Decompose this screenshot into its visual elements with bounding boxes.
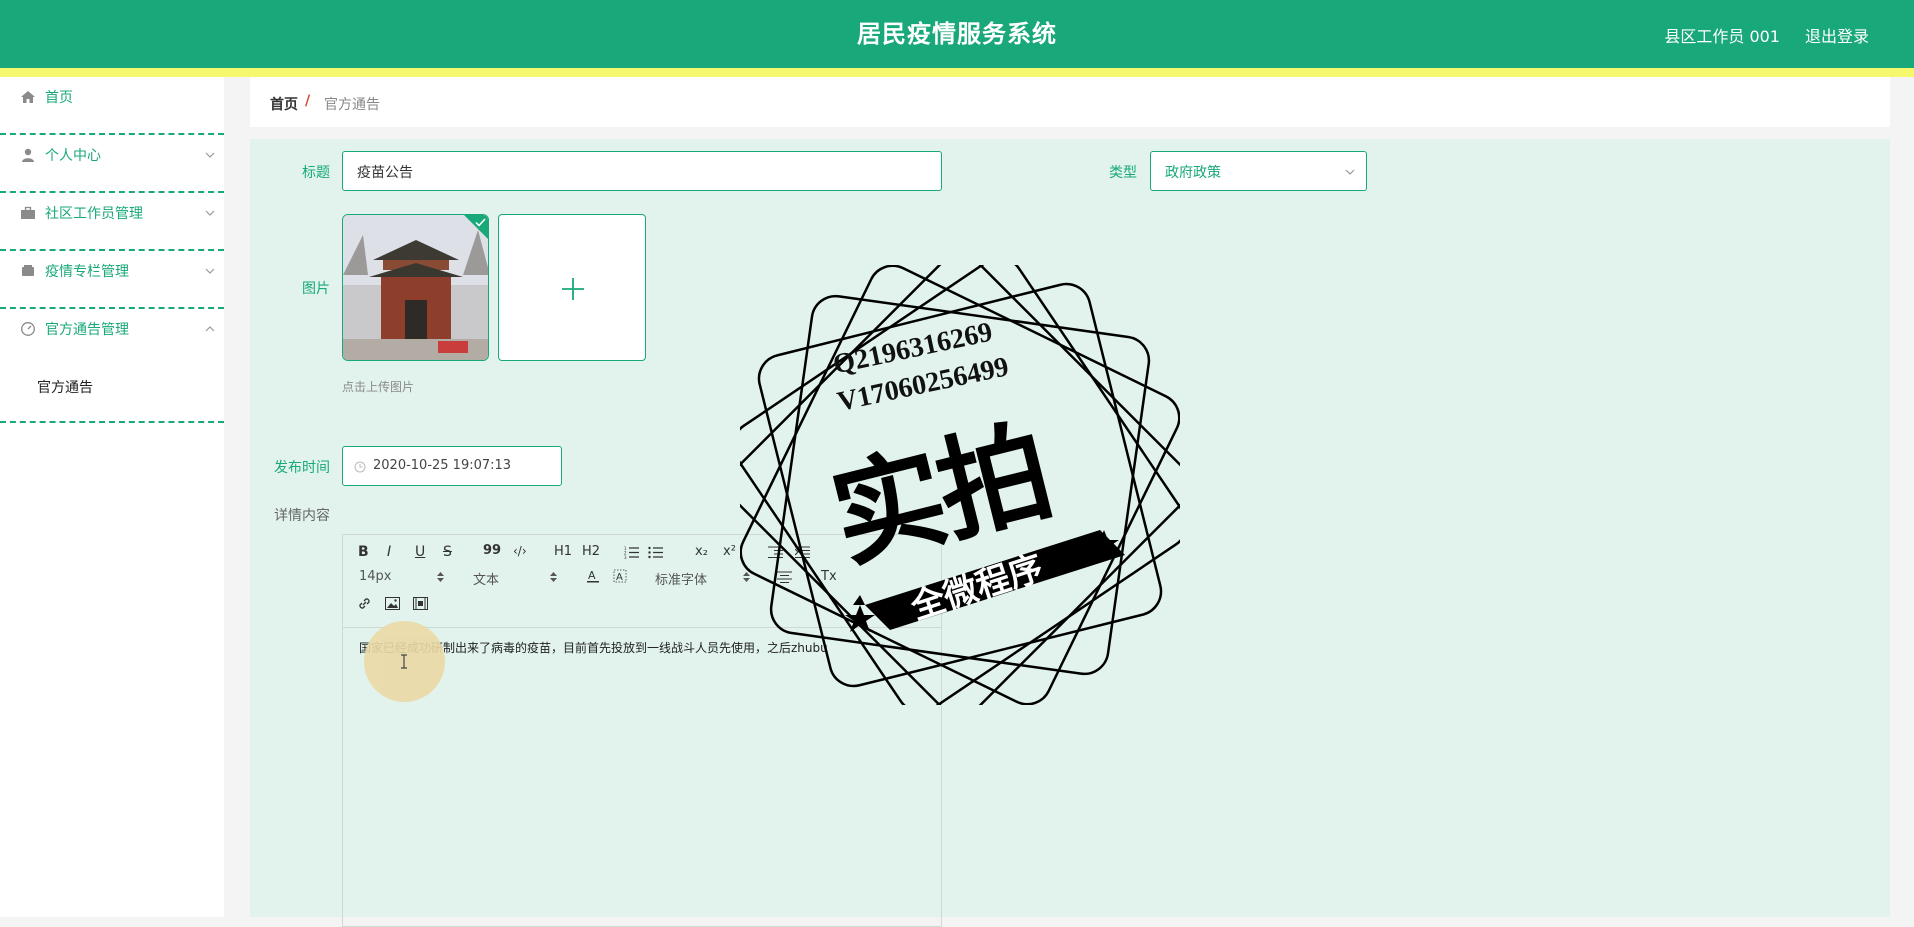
link-icon[interactable] xyxy=(357,596,372,611)
current-user: 县区工作员 001 xyxy=(1664,27,1780,46)
sidebar-subitem-official-notice[interactable]: 官方通告 xyxy=(0,365,224,423)
type-select[interactable]: 政府政策 xyxy=(1150,151,1367,191)
chevron-down-icon xyxy=(205,268,215,274)
title-label: 标题 xyxy=(302,165,330,181)
type-label: 类型 xyxy=(1109,165,1137,181)
video-icon[interactable] xyxy=(413,597,428,610)
font-family-select[interactable]: 标准字体 xyxy=(655,569,707,588)
superscript-button[interactable]: x² xyxy=(723,544,736,559)
breadcrumb-current: 官方通告 xyxy=(324,97,380,113)
publish-time-picker[interactable]: 2020-10-25 19:07:13 xyxy=(342,446,562,486)
image-icon[interactable] xyxy=(385,597,400,610)
h2-button[interactable]: H2 xyxy=(582,544,600,559)
font-size-select[interactable]: 14px xyxy=(359,569,392,584)
dashboard-icon xyxy=(21,322,35,336)
publish-time-value: 2020-10-25 19:07:13 xyxy=(373,458,512,473)
title-input[interactable]: 疫苗公告 xyxy=(342,151,942,191)
sidebar-subitem-label: 官方通告 xyxy=(37,380,93,396)
sidebar-item-label: 首页 xyxy=(45,90,73,106)
sidebar-item-epidemic-column[interactable]: 疫情专栏管理 xyxy=(0,251,224,309)
subscript-button[interactable]: x₂ xyxy=(695,544,708,559)
italic-button[interactable]: I xyxy=(387,544,391,560)
svg-text:3: 3 xyxy=(624,555,627,559)
check-icon xyxy=(475,218,486,227)
upload-image-button[interactable] xyxy=(498,214,646,361)
strike-button[interactable]: S xyxy=(443,544,452,560)
font-color-icon[interactable]: A xyxy=(586,569,600,583)
sidebar-item-label: 官方通告管理 xyxy=(45,322,129,338)
sidebar-item-label: 疫情专栏管理 xyxy=(45,264,129,280)
type-select-value: 政府政策 xyxy=(1165,165,1221,181)
chevron-down-icon xyxy=(205,210,215,216)
quote-button[interactable]: 99 xyxy=(483,543,501,558)
bold-button[interactable]: B xyxy=(358,544,369,560)
text-cursor-icon xyxy=(401,654,407,669)
select-arrows-icon xyxy=(437,572,444,582)
code-button[interactable]: ‹/› xyxy=(513,544,527,558)
underline-button[interactable]: U xyxy=(415,544,425,560)
bullet-list-icon[interactable] xyxy=(648,546,663,559)
title-input-value: 疫苗公告 xyxy=(357,165,413,181)
chevron-down-icon xyxy=(205,152,215,158)
app-title: 居民疫情服务系统 xyxy=(857,20,1057,48)
breadcrumb-separator: / xyxy=(305,93,311,109)
sidebar-item-profile[interactable]: 个人中心 xyxy=(0,135,224,193)
background-color-icon[interactable]: A xyxy=(613,569,627,583)
home-icon xyxy=(21,91,35,103)
sidebar-item-label: 社区工作员管理 xyxy=(45,206,143,222)
logout-button[interactable]: 退出登录 xyxy=(1805,23,1869,47)
uploaded-image[interactable] xyxy=(342,214,489,361)
svg-text:A: A xyxy=(616,572,623,583)
chevron-down-icon xyxy=(1345,169,1355,175)
breadcrumb: 首页 / 官方通告 xyxy=(250,77,1890,127)
h1-button[interactable]: H1 xyxy=(554,544,572,559)
user-icon xyxy=(22,148,34,162)
select-arrows-icon xyxy=(550,572,557,582)
chevron-up-icon xyxy=(205,326,215,332)
text-style-select[interactable]: 文本 xyxy=(473,569,499,588)
folder-icon xyxy=(22,265,34,276)
svg-text:A: A xyxy=(588,569,596,582)
sidebar-item-community-workers[interactable]: 社区工作员管理 xyxy=(0,193,224,251)
cursor-highlight xyxy=(364,621,445,702)
time-label: 发布时间 xyxy=(274,460,330,476)
ordered-list-icon[interactable]: 123 xyxy=(624,546,639,559)
watermark-stamp: Q2196316269 V17060256499 实拍 全微程序 xyxy=(728,253,1192,717)
sidebar: 首页 个人中心 社区工作员管理 疫情专栏管理 官方通告管理 官方通告 xyxy=(0,77,224,917)
clock-icon xyxy=(354,461,366,473)
sidebar-item-home[interactable]: 首页 xyxy=(0,77,224,135)
breadcrumb-home[interactable]: 首页 xyxy=(270,94,298,114)
accent-bar xyxy=(0,68,1914,77)
content-label: 详情内容 xyxy=(274,508,330,524)
image-label: 图片 xyxy=(302,281,330,297)
upload-hint: 点击上传图片 xyxy=(342,380,415,394)
top-header: 居民疫情服务系统 县区工作员 001 退出登录 xyxy=(0,0,1914,68)
sidebar-item-label: 个人中心 xyxy=(45,148,101,164)
sidebar-item-official-notice[interactable]: 官方通告管理 xyxy=(0,309,224,365)
plus-icon xyxy=(562,278,584,300)
briefcase-icon xyxy=(21,206,35,219)
